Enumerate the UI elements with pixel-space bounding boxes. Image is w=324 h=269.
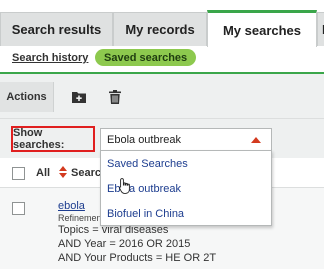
actions-toolbar: Actions bbox=[0, 74, 324, 118]
select-all-label: All bbox=[36, 167, 51, 179]
tab-my-searches[interactable]: My searches bbox=[207, 10, 317, 47]
show-searches-label: Show searches: bbox=[11, 126, 95, 152]
search-history-link[interactable]: Search history bbox=[12, 52, 88, 64]
refinement-label: Refinemen bbox=[58, 213, 102, 223]
dropdown-option-biofuel-in-china[interactable]: Biofuel in China bbox=[101, 201, 271, 226]
tab-my-records[interactable]: My records bbox=[113, 12, 207, 46]
show-searches-select[interactable]: Ebola outbreak bbox=[100, 128, 272, 151]
hand-cursor-icon bbox=[119, 178, 130, 194]
subnav: Search history Saved searches bbox=[0, 46, 324, 70]
select-value: Ebola outbreak bbox=[107, 133, 181, 146]
dropdown-option-saved-searches[interactable]: Saved Searches bbox=[101, 151, 271, 176]
query-line: AND Your Products = HE OR 2T bbox=[58, 252, 217, 264]
query-line: AND Year = 2016 OR 2015 bbox=[58, 238, 191, 250]
tab-search-results[interactable]: Search results bbox=[0, 12, 113, 46]
saved-searches-pill[interactable]: Saved searches bbox=[95, 49, 197, 66]
delete-button[interactable] bbox=[100, 82, 130, 112]
search-name-link[interactable]: ebola bbox=[58, 200, 85, 212]
actions-label: Actions bbox=[0, 82, 54, 112]
folder-add-icon bbox=[72, 92, 86, 103]
trash-icon bbox=[109, 90, 121, 104]
search-column-header[interactable]: Searc bbox=[71, 167, 101, 179]
select-all-checkbox[interactable] bbox=[12, 167, 25, 180]
tab-bar: Search results My records My searches M bbox=[0, 0, 324, 47]
caret-up-icon bbox=[251, 137, 261, 143]
tab-more[interactable]: M bbox=[317, 12, 324, 46]
row-checkbox[interactable] bbox=[12, 202, 25, 215]
folder-add-button[interactable] bbox=[64, 82, 94, 112]
sort-icon[interactable] bbox=[59, 166, 67, 178]
